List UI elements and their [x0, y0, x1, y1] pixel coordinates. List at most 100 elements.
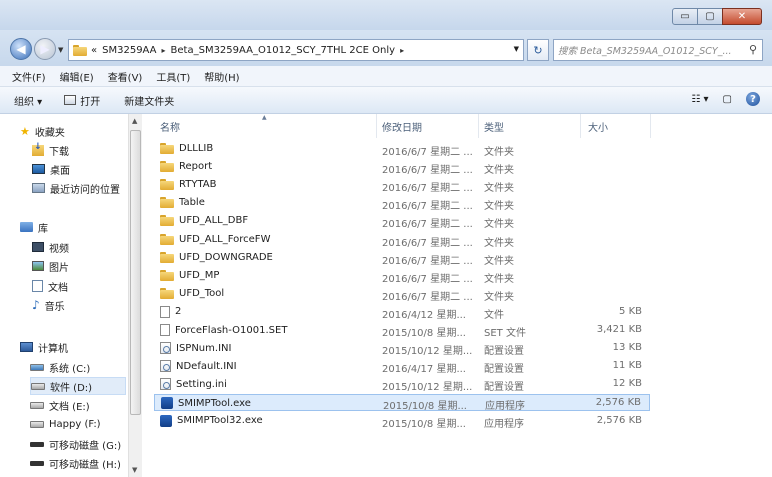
file-name: DLLLIB [179, 143, 214, 154]
scroll-down-icon[interactable]: ▼ [132, 466, 137, 474]
nav-libraries[interactable]: 库 [20, 218, 144, 236]
file-date: 2016/6/7 星期二 ... [382, 273, 473, 285]
file-name-cell: UFD_MP [160, 269, 219, 281]
menu-help[interactable]: 帮助(H) [204, 69, 239, 84]
scrollbar-thumb[interactable] [130, 130, 141, 415]
file-row[interactable]: ForceFlash-O1001.SET 2015/10/8 星期... SET 文… [154, 322, 650, 339]
file-row[interactable]: UFD_MP 2016/6/7 星期二 ... 文件夹 [154, 268, 650, 285]
help-icon[interactable]: ? [746, 92, 760, 106]
file-size: 12 KB [612, 378, 642, 390]
file-type: 文件夹 [484, 237, 514, 249]
file-row[interactable]: SMIMPTool32.exe 2015/10/8 星期... 应用程序 2,576 … [154, 413, 650, 430]
menu-file[interactable]: 文件(F) [12, 69, 46, 84]
nav-drive[interactable]: 可移动磁盘 (H:) [30, 455, 126, 473]
file-name: ForceFlash-O1001.SET [175, 324, 288, 336]
nav-drive-label: Happy (F:) [49, 419, 101, 431]
file-icon [160, 324, 170, 336]
menu-bar: 文件(F) 编辑(E) 查看(V) 工具(T) 帮助(H) [0, 66, 772, 87]
column-header-type[interactable]: 类型 [484, 114, 504, 138]
minimize-button[interactable]: ▭ [672, 8, 698, 25]
file-row[interactable]: DLLLIB 2016/6/7 星期二 ... 文件夹 [154, 141, 650, 158]
column-header-size[interactable]: 大小 [588, 114, 608, 138]
breadcrumb-overflow[interactable]: « [91, 45, 97, 56]
file-name-cell: SMIMPTool.exe [161, 397, 251, 410]
file-size: 11 KB [612, 360, 642, 372]
nav-drive[interactable]: 可移动磁盘 (G:) [30, 435, 126, 453]
file-list: 名称 ▲ 修改日期 类型 大小 DLLLIB 2016/6/7 星期二 ... 文件… [142, 114, 772, 477]
forward-button[interactable]: ▶ [34, 38, 56, 60]
breadcrumb-current-folder[interactable]: Beta_SM3259AA_O1012_SCY_7THL 2CE Only [171, 45, 396, 56]
column-divider[interactable] [580, 114, 581, 138]
column-divider[interactable] [650, 114, 651, 138]
folder-icon [160, 179, 174, 191]
file-type: SET 文件 [484, 328, 526, 339]
preview-pane-icon[interactable]: ▢ [723, 94, 732, 105]
menu-edit[interactable]: 编辑(E) [60, 69, 94, 84]
caption-buttons: ▭ ▢ ✕ [672, 8, 762, 25]
nav-drive-label: 可移动磁盘 (H:) [49, 460, 121, 471]
breadcrumb-separator-icon[interactable]: ▸ [162, 46, 166, 55]
nav-drive[interactable]: 软件 (D:) [30, 377, 126, 396]
file-name: UFD_DOWNGRADE [179, 251, 273, 263]
column-divider[interactable] [376, 114, 377, 138]
nav-drive[interactable]: 系统 (C:) [30, 358, 126, 376]
change-view-icon[interactable]: ☷ ▾ [691, 94, 708, 105]
recent-pages-dropdown[interactable]: ▼ [58, 46, 63, 54]
breadcrumb-separator-icon[interactable]: ▸ [400, 46, 404, 55]
file-name-cell: Table [160, 197, 205, 209]
organize-button[interactable]: 组织 ▾ [14, 93, 42, 108]
nav-desktop-label: 桌面 [50, 165, 70, 177]
address-history-dropdown[interactable]: ▼ [514, 45, 519, 53]
file-row[interactable]: Table 2016/6/7 星期二 ... 文件夹 [154, 195, 650, 212]
close-button[interactable]: ✕ [722, 8, 762, 25]
search-box[interactable]: 搜索 Beta_SM3259AA_O1012_SCY_... ⚲ [553, 39, 763, 61]
file-row[interactable]: 2 2016/4/12 星期... 文件 5 KB [154, 304, 650, 321]
search-icon[interactable]: ⚲ [749, 43, 757, 56]
nav-music-label: 音乐 [44, 301, 65, 313]
menu-view[interactable]: 查看(V) [108, 69, 143, 84]
file-name: UFD_ALL_ForceFW [179, 233, 271, 245]
refresh-button[interactable]: ↻ [527, 39, 549, 61]
menu-tools[interactable]: 工具(T) [156, 69, 190, 84]
file-row[interactable]: Setting.ini 2015/10/12 星期... 配置设置 12 KB [154, 376, 650, 393]
file-date: 2016/6/7 星期二 ... [382, 237, 473, 249]
address-bar[interactable]: « SM3259AA ▸ Beta_SM3259AA_O1012_SCY_7TH… [68, 39, 524, 61]
nav-drive-label: 系统 (C:) [49, 363, 91, 375]
file-row[interactable]: UFD_Tool 2016/6/7 星期二 ... 文件夹 [154, 286, 650, 303]
file-row[interactable]: NDefault.INI 2016/4/17 星期... 配置设置 11 KB [154, 358, 650, 375]
file-date: 2016/4/12 星期... [382, 309, 466, 321]
column-divider[interactable] [478, 114, 479, 138]
file-row[interactable]: SMIMPTool.exe 2015/10/8 星期... 应用程序 2,576 KB [154, 394, 650, 412]
nav-drive[interactable]: 文档 (E:) [30, 397, 126, 415]
nav-favorites-label: 收藏夹 [34, 127, 65, 139]
nav-drive[interactable]: Happy (F:) [30, 416, 126, 434]
maximize-button[interactable]: ▢ [697, 8, 723, 25]
folder-icon [160, 197, 174, 209]
search-input[interactable]: 搜索 Beta_SM3259AA_O1012_SCY_... [558, 43, 740, 57]
file-row[interactable]: RTYTAB 2016/6/7 星期二 ... 文件夹 [154, 177, 650, 194]
file-row[interactable]: UFD_DOWNGRADE 2016/6/7 星期二 ... 文件夹 [154, 250, 650, 267]
open-button[interactable]: 打开 [64, 93, 100, 108]
file-row[interactable]: Report 2016/6/7 星期二 ... 文件夹 [154, 159, 650, 176]
scroll-up-icon[interactable]: ▲ [132, 117, 137, 125]
breadcrumb-sm3259aa[interactable]: SM3259AA [102, 45, 156, 56]
nav-downloads-label: 下载 [49, 146, 69, 158]
new-folder-button[interactable]: 新建文件夹 [124, 93, 174, 108]
nav-favorites[interactable]: ★ 收藏夹 [20, 122, 144, 140]
back-button[interactable]: ◀ [10, 38, 32, 60]
file-row[interactable]: UFD_ALL_DBF 2016/6/7 星期二 ... 文件夹 [154, 213, 650, 230]
nav-pane-scrollbar[interactable]: ▲ ▼ [128, 114, 143, 477]
column-name-label: 名称 [160, 122, 180, 134]
nav-drive-label: 可移动磁盘 (G:) [49, 440, 122, 452]
file-name: UFD_ALL_DBF [179, 215, 249, 227]
file-row[interactable]: ISPNum.INI 2015/10/12 星期... 配置设置 13 KB [154, 340, 650, 357]
column-header-name[interactable]: 名称 [160, 114, 180, 138]
nav-computer[interactable]: 计算机 [20, 338, 144, 356]
file-icon [160, 305, 170, 318]
application-icon [160, 414, 172, 427]
file-row[interactable]: UFD_ALL_ForceFW 2016/6/7 星期二 ... 文件夹 [154, 232, 650, 249]
column-date-label: 修改日期 [382, 122, 422, 134]
file-name: Table [179, 197, 205, 209]
column-header-date[interactable]: 修改日期 [382, 114, 422, 138]
file-date: 2015/10/8 星期... [382, 418, 466, 430]
